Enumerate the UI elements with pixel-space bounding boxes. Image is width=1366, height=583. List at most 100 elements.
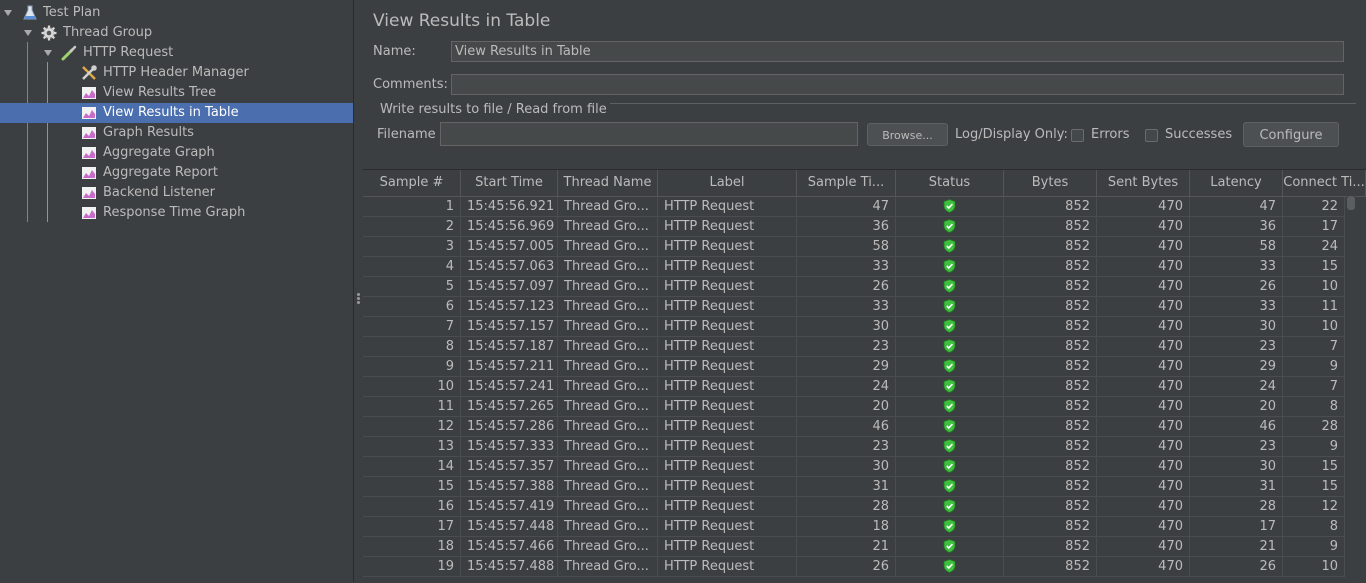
connect-time-cell: 10 <box>1283 557 1345 577</box>
success-shield-icon <box>943 278 956 293</box>
filename-field[interactable] <box>440 122 858 146</box>
label-cell: HTTP Request <box>658 357 797 377</box>
chart-icon <box>82 147 96 159</box>
column-header[interactable]: Thread Name <box>558 170 658 196</box>
table-row[interactable]: 4 15:45:57.063 Thread Gro... HTTP Request 33… <box>363 257 1345 277</box>
sample-time-cell: 23 <box>797 337 896 357</box>
table-row[interactable]: 5 15:45:57.097 Thread Gro... HTTP Request 26… <box>363 277 1345 297</box>
thread-name-cell: Thread Gro... <box>558 277 658 297</box>
column-header[interactable]: Bytes <box>1004 170 1097 196</box>
pipette-icon <box>61 45 77 61</box>
sent-bytes-cell: 470 <box>1097 377 1190 397</box>
tree-item-label: Aggregate Report <box>103 165 218 180</box>
tree-item-http-header-manager[interactable]: HTTP Header Manager <box>0 63 353 83</box>
thread-name-cell: Thread Gro... <box>558 257 658 277</box>
tree-item-view-results-in-table[interactable]: View Results in Table <box>0 103 353 123</box>
success-shield-icon <box>943 198 956 213</box>
bytes-cell: 852 <box>1004 297 1097 317</box>
tree-item-thread-group[interactable]: Thread Group <box>0 23 353 43</box>
status-cell <box>896 417 1004 437</box>
start-time-cell: 15:45:57.286 <box>461 417 558 437</box>
label-cell: HTTP Request <box>658 437 797 457</box>
latency-cell: 21 <box>1190 537 1283 557</box>
table-row[interactable]: 3 15:45:57.005 Thread Gro... HTTP Request 58… <box>363 237 1345 257</box>
thread-name-cell: Thread Gro... <box>558 217 658 237</box>
configure-button[interactable]: Configure <box>1243 122 1339 147</box>
success-shield-icon <box>943 378 956 393</box>
sample-time-cell: 26 <box>797 557 896 577</box>
errors-checkbox[interactable] <box>1071 129 1084 142</box>
column-header[interactable]: Sample # <box>363 170 461 196</box>
thread-name-cell: Thread Gro... <box>558 237 658 257</box>
test-plan-tree: Test Plan Thread Group HTTP Request HTTP… <box>0 0 354 582</box>
table-row[interactable]: 9 15:45:57.211 Thread Gro... HTTP Request 29… <box>363 357 1345 377</box>
sample-time-cell: 21 <box>797 537 896 557</box>
column-header[interactable]: Sent Bytes <box>1097 170 1190 196</box>
sent-bytes-cell: 470 <box>1097 477 1190 497</box>
table-row[interactable]: 7 15:45:57.157 Thread Gro... HTTP Request 30… <box>363 317 1345 337</box>
bytes-cell: 852 <box>1004 277 1097 297</box>
status-cell <box>896 277 1004 297</box>
table-scrollbar[interactable] <box>1347 196 1355 582</box>
column-header[interactable]: Status <box>896 170 1004 196</box>
table-row[interactable]: 11 15:45:57.265 Thread Gro... HTTP Request 2… <box>363 397 1345 417</box>
sample-number-cell: 16 <box>363 497 461 517</box>
sample-number-cell: 10 <box>363 377 461 397</box>
column-header[interactable]: Connect Ti... <box>1283 170 1366 196</box>
tree-item-label: View Results in Table <box>103 105 239 120</box>
tree-item-response-time-graph[interactable]: Response Time Graph <box>0 203 353 223</box>
success-shield-icon <box>943 338 956 353</box>
tree-item-aggregate-report[interactable]: Aggregate Report <box>0 163 353 183</box>
table-row[interactable]: 15 15:45:57.388 Thread Gro... HTTP Request 3… <box>363 477 1345 497</box>
latency-cell: 58 <box>1190 237 1283 257</box>
errors-label: Errors <box>1091 127 1130 142</box>
table-row[interactable]: 19 15:45:57.488 Thread Gro... HTTP Request 2… <box>363 557 1345 577</box>
gear-icon <box>41 25 57 41</box>
tree-item-aggregate-graph[interactable]: Aggregate Graph <box>0 143 353 163</box>
sample-time-cell: 58 <box>797 237 896 257</box>
browse-button[interactable]: Browse... <box>867 123 948 146</box>
status-cell <box>896 537 1004 557</box>
table-row[interactable]: 13 15:45:57.333 Thread Gro... HTTP Request 2… <box>363 437 1345 457</box>
table-row[interactable]: 6 15:45:57.123 Thread Gro... HTTP Request 33… <box>363 297 1345 317</box>
label-cell: HTTP Request <box>658 417 797 437</box>
expand-arrow-icon[interactable] <box>24 30 32 36</box>
thread-name-cell: Thread Gro... <box>558 297 658 317</box>
tree-item-label: Thread Group <box>63 25 153 40</box>
column-header[interactable]: Start Time <box>461 170 558 196</box>
connect-time-cell: 9 <box>1283 537 1345 557</box>
table-row[interactable]: 1 15:45:56.921 Thread Gro... HTTP Request 47… <box>363 197 1345 217</box>
table-row[interactable]: 2 15:45:56.969 Thread Gro... HTTP Request 36… <box>363 217 1345 237</box>
table-row[interactable]: 16 15:45:57.419 Thread Gro... HTTP Request 2… <box>363 497 1345 517</box>
tree-item-test-plan[interactable]: Test Plan <box>0 3 353 23</box>
table-row[interactable]: 14 15:45:57.357 Thread Gro... HTTP Request 3… <box>363 457 1345 477</box>
bytes-cell: 852 <box>1004 477 1097 497</box>
successes-label: Successes <box>1165 127 1233 142</box>
expand-arrow-icon[interactable] <box>4 10 12 16</box>
success-shield-icon <box>943 518 956 533</box>
table-row[interactable]: 12 15:45:57.286 Thread Gro... HTTP Request 4… <box>363 417 1345 437</box>
tree-item-label: Backend Listener <box>103 185 216 200</box>
tree-item-http-request[interactable]: HTTP Request <box>0 43 353 63</box>
table-row[interactable]: 10 15:45:57.241 Thread Gro... HTTP Request 2… <box>363 377 1345 397</box>
expand-arrow-icon[interactable] <box>44 50 52 56</box>
name-field[interactable] <box>451 41 1344 62</box>
filename-label: Filename <box>377 127 436 142</box>
tree-item-view-results-tree[interactable]: View Results Tree <box>0 83 353 103</box>
table-row[interactable]: 17 15:45:57.448 Thread Gro... HTTP Request 1… <box>363 517 1345 537</box>
column-header[interactable]: Sample Ti... <box>797 170 896 196</box>
scrollbar-thumb[interactable] <box>1347 196 1355 210</box>
panel-splitter[interactable] <box>354 0 363 582</box>
label-cell: HTTP Request <box>658 397 797 417</box>
label-cell: HTTP Request <box>658 217 797 237</box>
tree-item-backend-listener[interactable]: Backend Listener <box>0 183 353 203</box>
table-row[interactable]: 18 15:45:57.466 Thread Gro... HTTP Request 2… <box>363 537 1345 557</box>
column-header[interactable]: Label <box>658 170 797 196</box>
thread-name-cell: Thread Gro... <box>558 497 658 517</box>
column-header[interactable]: Latency <box>1190 170 1283 196</box>
tree-item-graph-results[interactable]: Graph Results <box>0 123 353 143</box>
start-time-cell: 15:45:57.419 <box>461 497 558 517</box>
comments-field[interactable] <box>451 74 1344 95</box>
successes-checkbox[interactable] <box>1145 129 1158 142</box>
table-row[interactable]: 8 15:45:57.187 Thread Gro... HTTP Request 23… <box>363 337 1345 357</box>
